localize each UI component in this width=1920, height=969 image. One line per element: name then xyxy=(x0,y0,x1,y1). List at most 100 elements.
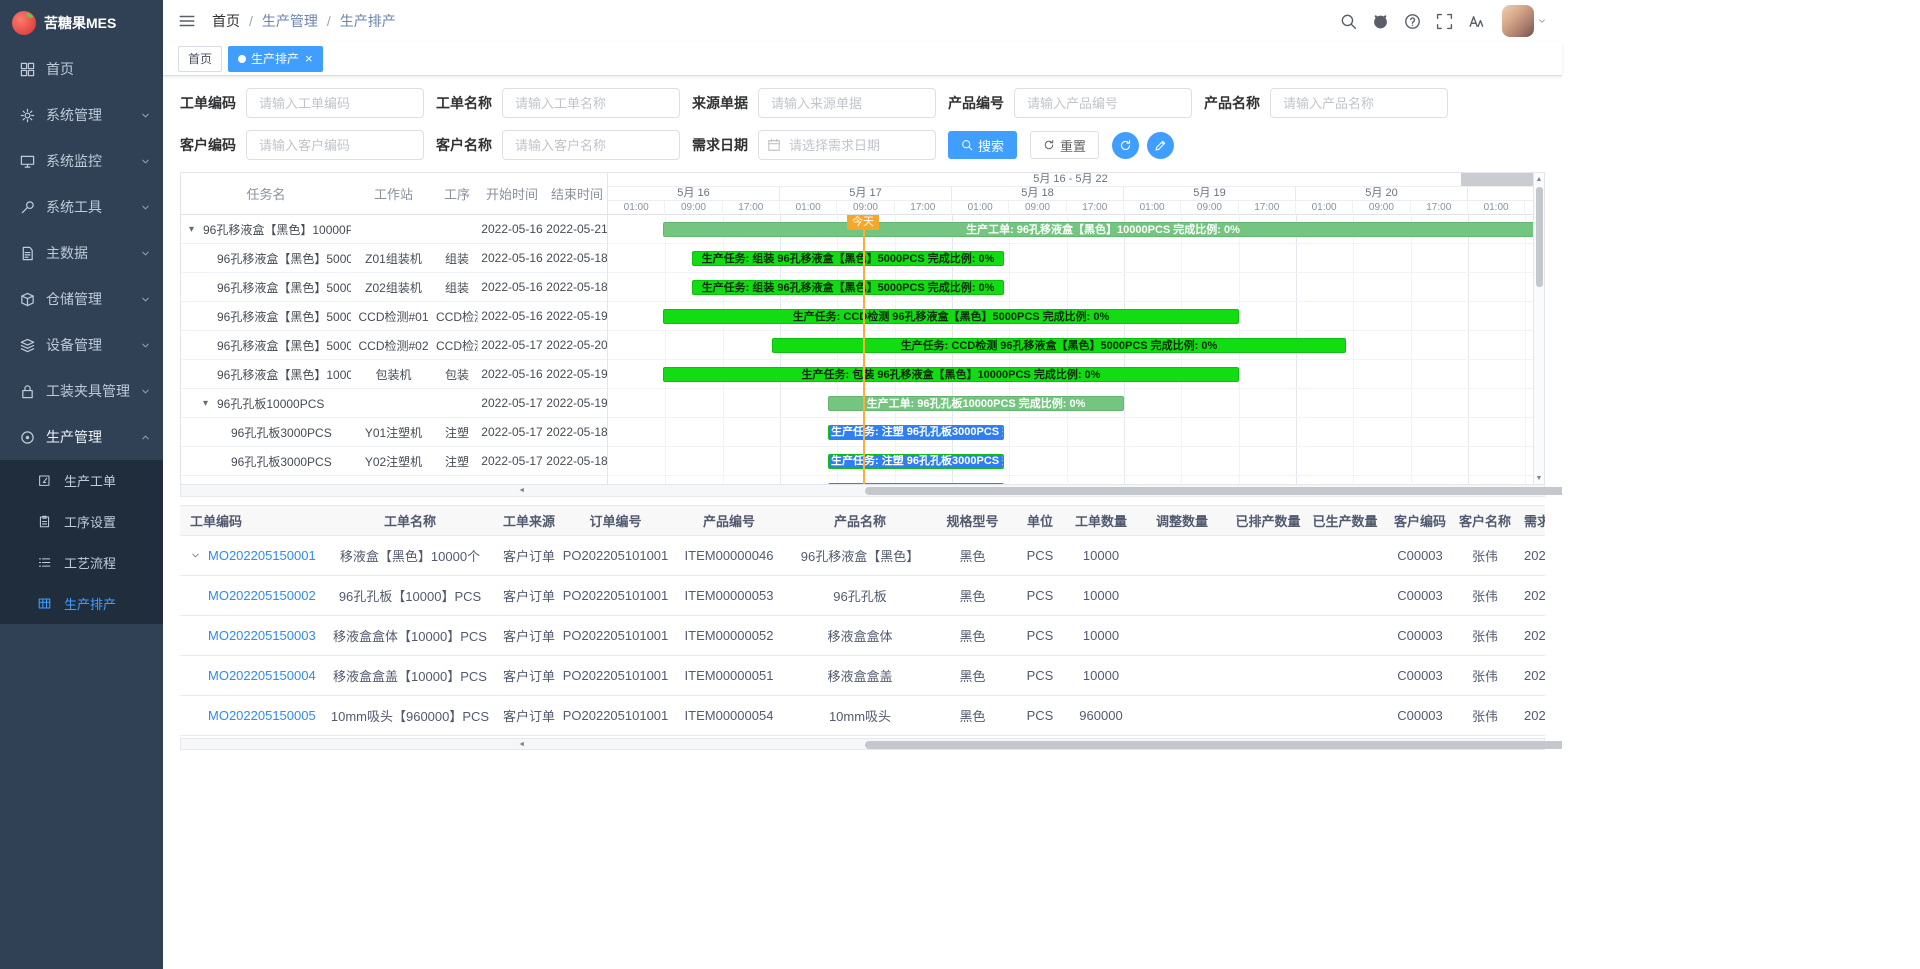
filter-label: 客户名称 xyxy=(436,135,492,155)
customer-code-input[interactable] xyxy=(246,130,424,160)
gantt-grid-row[interactable]: 96孔孔板3000PCSY03注塑机注塑2022-05-172022-05-18 xyxy=(181,476,607,484)
sidebar-item-process-flow[interactable]: 工艺流程 xyxy=(0,542,163,583)
gantt-station: Y01注塑机 xyxy=(351,424,436,441)
sidebar-item-label: 工装夹具管理 xyxy=(46,381,130,401)
cell-order_no: PO202205101001 xyxy=(558,548,673,563)
gantt-workorder-bar[interactable]: 生产工单: 96孔移液盒【黑色】10000PCS 完成比例: 0% xyxy=(663,222,1533,237)
gantt-station: 包装机 xyxy=(351,366,436,383)
customer-name-input[interactable] xyxy=(502,130,680,160)
user-menu[interactable] xyxy=(1502,5,1547,37)
help-icon[interactable] xyxy=(1404,13,1421,30)
gantt-timeline-header: 5月 16 - 5月 225月 165月 175月 185月 195月 2001… xyxy=(608,173,1533,215)
sidebar-item-work-order[interactable]: 生产工单 xyxy=(0,460,163,501)
sidebar-item-master-data[interactable]: 主数据 xyxy=(0,230,163,276)
search-icon[interactable] xyxy=(1340,13,1357,30)
scroll-thumb[interactable] xyxy=(1536,187,1543,287)
sidebar-item-equipment[interactable]: 设备管理 xyxy=(0,322,163,368)
sidebar-item-fixtures[interactable]: 工装夹具管理 xyxy=(0,368,163,414)
fullscreen-icon[interactable] xyxy=(1436,13,1453,30)
edit-square-icon xyxy=(38,474,54,487)
scroll-thumb[interactable] xyxy=(865,487,1563,495)
breadcrumb: 首页/生产管理/生产排产 xyxy=(212,11,396,31)
gantt-vertical-scrollbar[interactable]: ▲▼ xyxy=(1533,173,1544,484)
gantt-workorder-bar[interactable]: 生产工单: 96孔孔板10000PCS 完成比例: 0% xyxy=(828,396,1124,411)
work-order-link[interactable]: MO202205150001 xyxy=(208,548,316,563)
gantt-task-bar[interactable]: 生产任务: CCD检测 96孔移液盒【黑色】5000PCS 完成比例: 0% xyxy=(772,338,1346,353)
filter-field-source-doc: 来源单据 xyxy=(692,88,936,118)
gantt-task-bar[interactable]: 生产任务: 包装 96孔移液盒【黑色】10000PCS 完成比例: 0% xyxy=(663,367,1239,382)
search-button[interactable]: 搜索 xyxy=(948,131,1017,159)
cell-name: 10mm吸头【960000】PCS xyxy=(320,706,500,725)
sync-button[interactable] xyxy=(1112,132,1139,159)
gantt-grid-row[interactable]: 96孔移液盒【黑色】10000PCS包装机包装2022-05-162022-05… xyxy=(181,360,607,389)
work-order-link[interactable]: MO202205150002 xyxy=(208,588,316,603)
orders-horizontal-scrollbar[interactable]: ◄► xyxy=(180,738,1545,750)
column-header-code: 工单编码 xyxy=(180,511,320,530)
gantt-chart-row: 生产任务: 注塑 96孔孔板3000PCS 完成比例: 0% xyxy=(608,476,1533,484)
sidebar-toggle-icon[interactable] xyxy=(178,12,196,30)
work-order-link[interactable]: MO202205150005 xyxy=(208,708,316,723)
gantt-grid-row[interactable]: 96孔移液盒【黑色】5000PCSCCD检测#02CCD检测2022-05-17… xyxy=(181,331,607,360)
github-icon[interactable] xyxy=(1372,13,1389,30)
scroll-left-arrow[interactable]: ◄ xyxy=(181,485,863,497)
work-order-name-input[interactable] xyxy=(502,88,680,118)
gantt-grid-row[interactable]: 96孔孔板3000PCSY01注塑机注塑2022-05-172022-05-18 xyxy=(181,418,607,447)
work-order-link[interactable]: MO202205150004 xyxy=(208,668,316,683)
sidebar-item-scheduling[interactable]: 生产排产 xyxy=(0,583,163,624)
gantt-task-bar[interactable]: 生产任务: 注塑 96孔孔板3000PCS 完成比例: 0% xyxy=(828,425,1004,440)
demand-date-input[interactable] xyxy=(758,130,936,160)
gantt-start-time: 2022-05-16 xyxy=(478,222,546,236)
scroll-up-arrow[interactable]: ▲ xyxy=(1534,173,1544,185)
tab-home[interactable]: 首页 xyxy=(178,46,222,72)
sidebar-item-system-tools[interactable]: 系统工具 xyxy=(0,184,163,230)
edit-button[interactable] xyxy=(1147,132,1174,159)
scroll-thumb[interactable] xyxy=(865,741,1563,749)
work-order-link[interactable]: MO202205150003 xyxy=(208,628,316,643)
scroll-down-arrow[interactable]: ▼ xyxy=(1534,472,1544,484)
close-icon[interactable]: × xyxy=(305,52,313,65)
gantt-start-time: 2022-05-16 xyxy=(478,251,546,265)
sidebar-item-production[interactable]: 生产管理 xyxy=(0,414,163,460)
work-order-code-input[interactable] xyxy=(246,88,424,118)
gantt-task-bar[interactable]: 生产任务: 注塑 96孔孔板3000PCS 完成比例: 0% xyxy=(828,454,1004,469)
sidebar-item-warehouse[interactable]: 仓储管理 xyxy=(0,276,163,322)
gantt-grid-row[interactable]: 96孔移液盒【黑色】5000PCSZ01组装机组装2022-05-162022-… xyxy=(181,244,607,273)
sidebar-item-home[interactable]: 首页 xyxy=(0,46,163,92)
tree-collapse-icon[interactable]: ▾ xyxy=(189,224,203,235)
cell-demand_date: 2022 xyxy=(1516,548,1545,563)
font-size-icon[interactable] xyxy=(1468,13,1485,30)
cell-source: 客户订单 xyxy=(500,706,558,725)
sidebar-item-system-monitor[interactable]: 系统监控 xyxy=(0,138,163,184)
row-expand-chevron-icon[interactable] xyxy=(190,550,208,561)
gantt-grid-row[interactable]: ▾96孔移液盒【黑色】10000PCS2022-05-162022-05-21 xyxy=(181,215,607,244)
breadcrumb-item[interactable]: 首页 xyxy=(212,11,240,31)
sidebar-item-system-admin[interactable]: 系统管理 xyxy=(0,92,163,138)
gantt-grid-row[interactable]: 96孔孔板3000PCSY02注塑机注塑2022-05-172022-05-18 xyxy=(181,447,607,476)
reset-button[interactable]: 重置 xyxy=(1030,131,1099,159)
breadcrumb-item[interactable]: 生产管理 xyxy=(262,11,318,31)
tab-scheduling[interactable]: 生产排产× xyxy=(228,46,323,72)
product-name-input[interactable] xyxy=(1270,88,1448,118)
tree-collapse-icon[interactable]: ▾ xyxy=(203,398,217,409)
gantt-grid-row[interactable]: ▾96孔孔板10000PCS2022-05-172022-05-19 xyxy=(181,389,607,418)
gantt-station: Y02注塑机 xyxy=(351,453,436,470)
source-doc-input[interactable] xyxy=(758,88,936,118)
product-code-input[interactable] xyxy=(1014,88,1192,118)
cell-name: 96孔孔板【10000】PCS xyxy=(320,586,500,605)
gantt-horizontal-scrollbar[interactable]: ◄► xyxy=(180,485,1545,497)
sidebar-item-process-setting[interactable]: 工序设置 xyxy=(0,501,163,542)
gantt-task-bar[interactable]: 生产任务: CCD检测 96孔移液盒【黑色】5000PCS 完成比例: 0% xyxy=(663,309,1239,324)
gantt-task-bar[interactable]: 生产任务: 组装 96孔移液盒【黑色】5000PCS 完成比例: 0% xyxy=(692,280,1004,295)
cell-spec: 黑色 xyxy=(935,706,1010,725)
gantt-hour-label: 17:00 xyxy=(1239,201,1296,215)
gantt-grid-row[interactable]: 96孔移液盒【黑色】5000PCSCCD检测#01CCD检测2022-05-16… xyxy=(181,302,607,331)
scroll-left-arrow[interactable]: ◄ xyxy=(181,738,863,750)
cell-qty: 960000 xyxy=(1070,708,1132,723)
chevron-down-icon xyxy=(140,294,151,305)
gantt-grid-row[interactable]: 96孔移液盒【黑色】5000PCSZ02组装机组装2022-05-162022-… xyxy=(181,273,607,302)
gantt-process: 注塑 xyxy=(436,453,478,470)
gantt-task-bar[interactable]: 生产任务: 组装 96孔移液盒【黑色】5000PCS 完成比例: 0% xyxy=(692,251,1004,266)
gantt-task-bar[interactable]: 生产任务: 注塑 96孔孔板3000PCS 完成比例: 0% xyxy=(828,483,1004,484)
today-marker-line xyxy=(863,215,865,484)
avatar[interactable] xyxy=(1502,5,1534,37)
